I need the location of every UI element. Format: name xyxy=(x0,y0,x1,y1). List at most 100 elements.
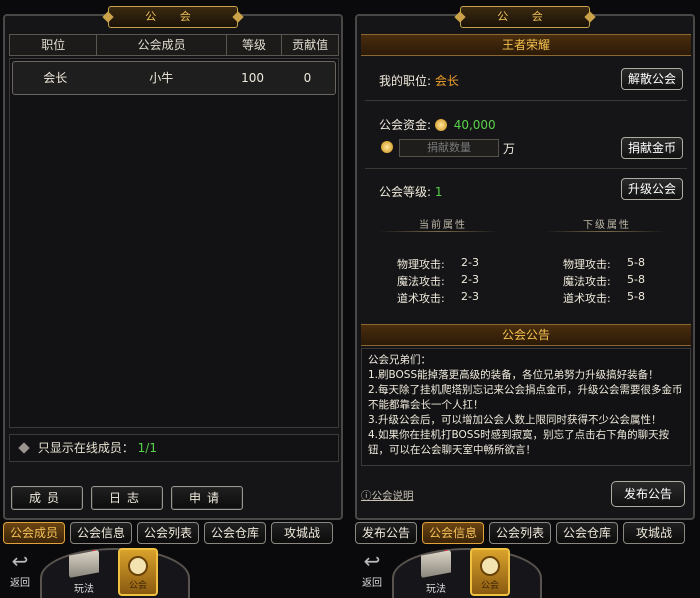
members-button[interactable]: 成员 xyxy=(11,486,83,510)
member-name: 小牛 xyxy=(149,71,174,85)
gameplay-label: 玩法 xyxy=(426,584,446,595)
disband-guild-button[interactable]: 解散公会 xyxy=(621,68,683,90)
members-list[interactable]: 会长 小牛 100 0 xyxy=(9,58,339,428)
log-button[interactable]: 日志 xyxy=(91,486,163,510)
current-attributes-title: 当前属性 xyxy=(419,220,467,231)
notice-line: 3.升级公会后，可以增加公会人数上限同时获得不少公会属性！ xyxy=(368,414,662,426)
donate-coin-row xyxy=(381,140,396,154)
my-position-label: 我的职位: xyxy=(379,74,432,88)
checkbox-diamond-icon[interactable] xyxy=(18,442,30,454)
right-footer: ↩ 返回 玩法 公会 xyxy=(352,548,700,598)
next-attr-value: 5-8 xyxy=(627,273,645,286)
donate-unit: 万 xyxy=(503,142,516,156)
back-button[interactable]: ↩ 返回 xyxy=(352,548,392,598)
guild-emblem-icon xyxy=(128,556,148,576)
upgrade-guild-button[interactable]: 升级公会 xyxy=(621,178,683,200)
attr-divider xyxy=(379,231,499,232)
column-header-position: 职位 xyxy=(10,35,98,55)
online-count: 1/1 xyxy=(137,441,157,455)
right-tab-bar: 发布公告 公会信息 公会列表 公会仓库 攻城战 xyxy=(355,522,685,544)
back-arrow-icon: ↩ xyxy=(11,549,29,573)
next-attributes-title: 下级属性 xyxy=(583,220,631,231)
applications-button[interactable]: 申请 xyxy=(171,486,243,510)
members-sub-buttons: 成员 日志 申请 xyxy=(11,486,243,510)
tab-guild-warehouse[interactable]: 公会仓库 xyxy=(556,522,618,544)
attr-divider xyxy=(545,231,665,232)
back-label: 返回 xyxy=(362,578,382,589)
next-attr-value: 5-8 xyxy=(627,290,645,303)
back-arrow-icon: ↩ xyxy=(363,549,381,573)
table-row[interactable]: 会长 小牛 100 0 xyxy=(12,61,336,95)
current-attr-value: 2-3 xyxy=(461,273,479,286)
my-position-value: 会长 xyxy=(434,74,459,88)
gameplay-label: 玩法 xyxy=(74,584,94,595)
panel-title: 公 会 xyxy=(108,6,238,28)
funds-row: 公会资金: 40,000 xyxy=(379,116,496,133)
current-attr-value: 2-3 xyxy=(461,256,479,269)
current-attr-label: 道术攻击: xyxy=(397,292,445,305)
guild-members-panel: 公 会 职位 公会成员 等级 贡献值 会长 小牛 100 0 只显示在线成员： … xyxy=(3,6,343,520)
funds-value: 40,000 xyxy=(453,118,496,132)
gold-coin-icon xyxy=(434,119,447,131)
column-header-member: 公会成员 xyxy=(97,35,227,55)
tab-guild-members[interactable]: 公会成员 xyxy=(3,522,65,544)
left-footer: ↩ 返回 玩法 公会 xyxy=(0,548,350,598)
funds-label: 公会资金: xyxy=(379,118,432,132)
divider xyxy=(365,100,687,101)
next-attr-label: 物理攻击: xyxy=(563,258,611,271)
online-only-label: 只显示在线成员： xyxy=(37,441,134,455)
current-attr-label: 魔法攻击: xyxy=(397,275,445,288)
guild-button[interactable]: 公会 xyxy=(470,548,510,596)
divider xyxy=(365,168,687,169)
panel-title: 公 会 xyxy=(460,6,590,28)
notice-text-area[interactable]: 公会兄弟们： 1.刷BOSS能掉落更高级的装备，各位兄弟努力升级搞好装备！ 2.… xyxy=(361,348,691,466)
tab-siege-war[interactable]: 攻城战 xyxy=(623,522,685,544)
donate-amount-input[interactable]: 捐献数量 xyxy=(399,139,499,157)
tab-siege-war[interactable]: 攻城战 xyxy=(271,522,333,544)
guild-level-label: 公会等级: xyxy=(379,185,432,199)
member-level: 100 xyxy=(241,71,264,85)
notice-line: 公会兄弟们： xyxy=(368,354,431,366)
next-attr-label: 道术攻击: xyxy=(563,292,611,305)
notice-title: 公会公告 xyxy=(361,324,691,346)
publish-notice-button[interactable]: 发布公告 xyxy=(611,481,685,507)
back-button[interactable]: ↩ 返回 xyxy=(0,548,40,598)
members-table-header: 职位 公会成员 等级 贡献值 xyxy=(9,34,339,56)
online-only-toggle[interactable]: 只显示在线成员： 1/1 xyxy=(9,434,339,462)
guild-label: 公会 xyxy=(480,581,499,591)
guild-button[interactable]: 公会 xyxy=(118,548,158,596)
flag-icon xyxy=(69,550,99,578)
column-header-contribution: 贡献值 xyxy=(292,38,329,52)
tab-guild-list[interactable]: 公会列表 xyxy=(137,522,199,544)
tab-guild-warehouse[interactable]: 公会仓库 xyxy=(204,522,266,544)
flag-icon xyxy=(421,550,451,578)
guild-label: 公会 xyxy=(128,581,147,591)
member-position: 会长 xyxy=(43,71,68,85)
column-header-level: 等级 xyxy=(227,35,283,55)
current-attr-value: 2-3 xyxy=(461,290,479,303)
guild-info-panel: 公 会 王者荣耀 我的职位: 会长 解散公会 公会资金: 40,000 捐献数量… xyxy=(355,6,695,520)
current-attr-label: 物理攻击: xyxy=(397,258,445,271)
tab-guild-info[interactable]: 公会信息 xyxy=(70,522,132,544)
gameplay-button[interactable]: 玩法 xyxy=(414,550,458,596)
member-contribution: 0 xyxy=(303,71,312,85)
next-attr-value: 5-8 xyxy=(627,256,645,269)
notice-line: 2.每天除了挂机爬塔别忘记来公会捐点金币，升级公会需要很多金币不能都靠会长一个人… xyxy=(368,384,683,411)
guild-name: 王者荣耀 xyxy=(361,34,691,56)
tab-guild-list[interactable]: 公会列表 xyxy=(489,522,551,544)
left-tab-bar: 公会成员 公会信息 公会列表 公会仓库 攻城战 xyxy=(3,522,333,544)
my-position-row: 我的职位: 会长 xyxy=(379,72,459,89)
tab-publish-notice[interactable]: 发布公告 xyxy=(355,522,417,544)
guild-help-link[interactable]: ⓘ公会说明 xyxy=(361,488,414,503)
notice-line: 4.如果你在挂机打BOSS时感到寂寞，别忘了点击右下角的聊天按钮，可以在公会聊天… xyxy=(368,429,670,456)
guild-emblem-icon xyxy=(480,556,500,576)
donate-gold-button[interactable]: 捐献金币 xyxy=(621,137,683,159)
guild-level-row: 公会等级: 1 xyxy=(379,183,443,200)
guild-level-value: 1 xyxy=(434,185,443,199)
notice-line: 1.刷BOSS能掉落更高级的装备，各位兄弟努力升级搞好装备！ xyxy=(368,369,659,381)
tab-guild-info[interactable]: 公会信息 xyxy=(422,522,484,544)
next-attr-label: 魔法攻击: xyxy=(563,275,611,288)
gold-coin-icon xyxy=(381,141,393,153)
back-label: 返回 xyxy=(10,578,30,589)
gameplay-button[interactable]: 玩法 xyxy=(62,550,106,596)
